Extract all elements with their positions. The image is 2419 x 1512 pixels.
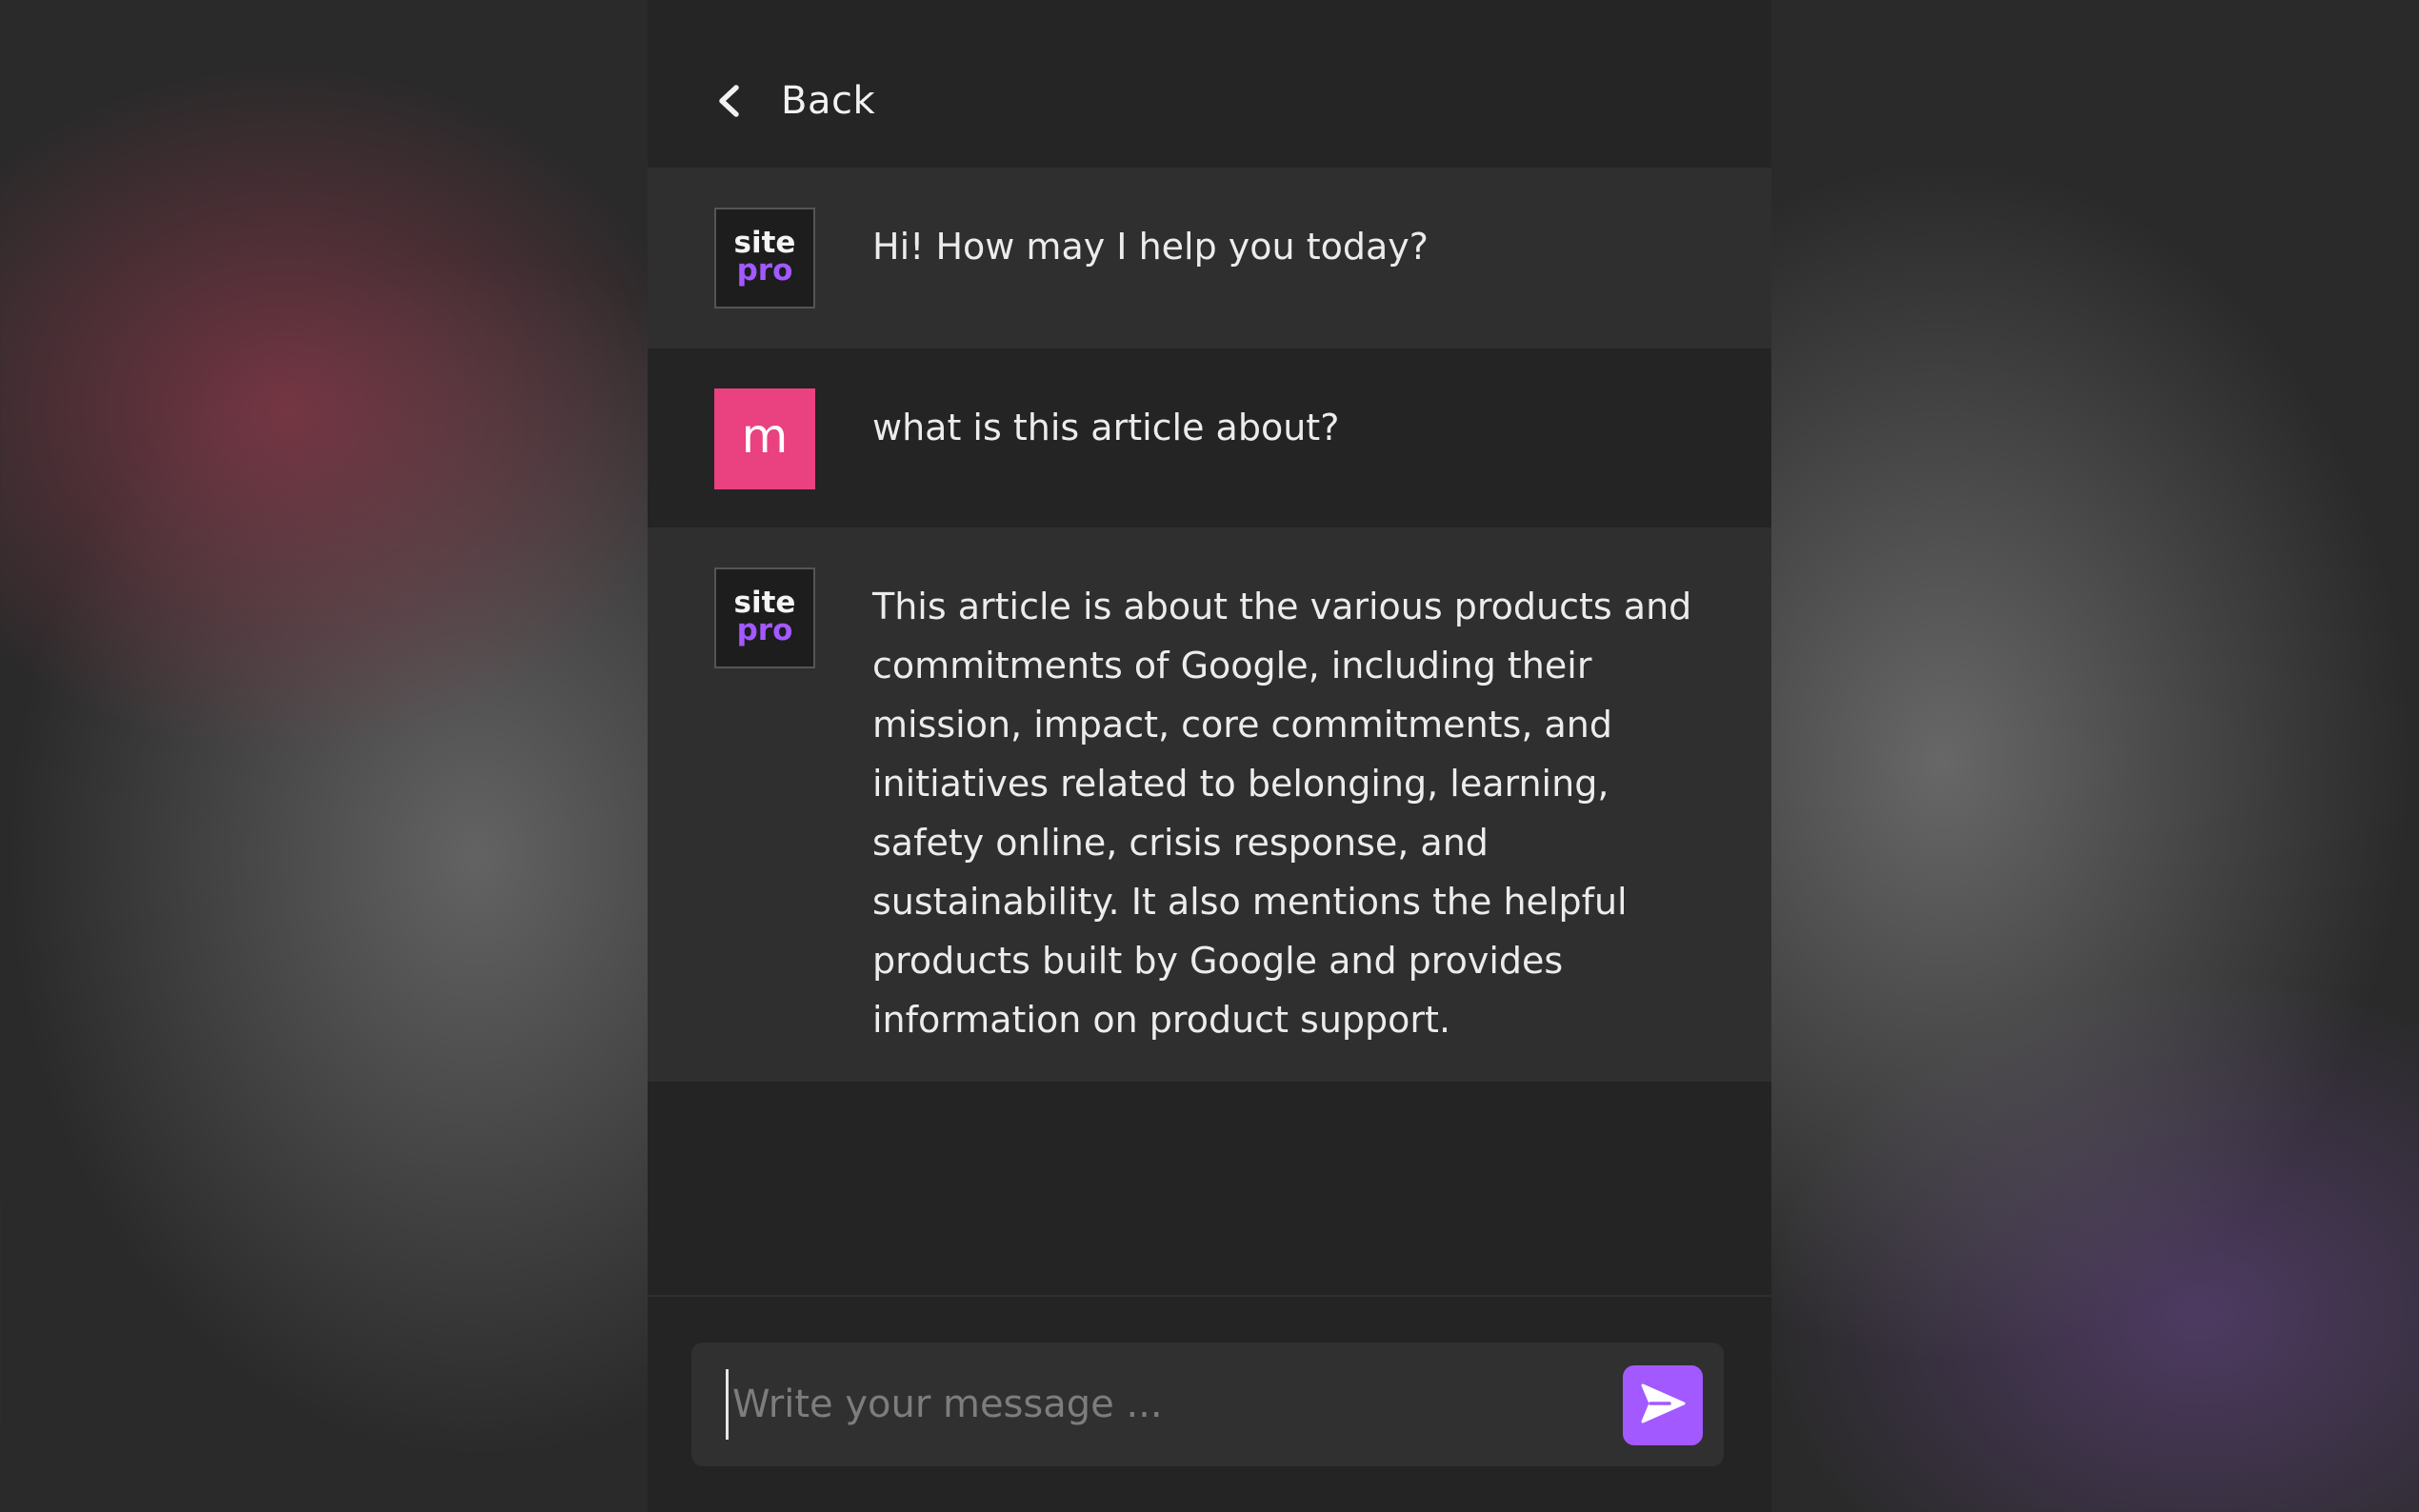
- user-avatar-letter: m: [741, 408, 789, 464]
- back-button[interactable]: Back: [710, 63, 875, 139]
- logo-text-pro: pro: [736, 613, 793, 647]
- message-input[interactable]: [726, 1369, 1589, 1440]
- logo-text-pro: pro: [736, 253, 793, 288]
- send-icon: [1637, 1378, 1689, 1433]
- chevron-left-icon: [710, 82, 749, 120]
- message-text: Hi! How may I help you today?: [872, 226, 1429, 268]
- user-avatar: m: [714, 388, 815, 489]
- chat-panel: Back site pro Hi! How may I help you tod…: [648, 0, 1771, 1512]
- message-text: This article is about the various produc…: [872, 586, 1692, 1041]
- assistant-message: site pro This article is about the vario…: [648, 527, 1771, 1082]
- back-label: Back: [781, 79, 876, 123]
- sitepro-logo-avatar: site pro: [714, 567, 815, 668]
- composer-area: [648, 1295, 1771, 1512]
- message-text: what is this article about?: [872, 407, 1340, 448]
- assistant-message: site pro Hi! How may I help you today?: [648, 168, 1771, 348]
- send-button[interactable]: [1623, 1365, 1703, 1445]
- chat-header: Back: [648, 0, 1771, 168]
- message-composer: [691, 1343, 1724, 1466]
- user-message: m what is this article about?: [648, 348, 1771, 527]
- sitepro-logo-avatar: site pro: [714, 208, 815, 308]
